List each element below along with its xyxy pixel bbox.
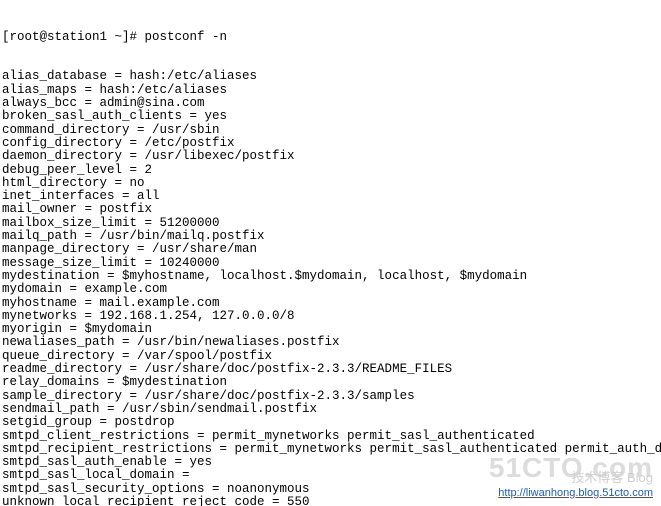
- config-line: sendmail_path = /usr/sbin/sendmail.postf…: [2, 403, 659, 416]
- terminal-output: [root@station1 ~]# postconf -n alias_dat…: [0, 0, 661, 506]
- config-line: myhostname = mail.example.com: [2, 297, 659, 310]
- config-line: mynetworks = 192.168.1.254, 127.0.0.0/8: [2, 310, 659, 323]
- config-line: always_bcc = admin@sina.com: [2, 97, 659, 110]
- config-line: mail_owner = postfix: [2, 203, 659, 216]
- config-line: alias_maps = hash:/etc/aliases: [2, 84, 659, 97]
- config-line: smtpd_client_restrictions = permit_mynet…: [2, 430, 659, 443]
- config-line: mydestination = $myhostname, localhost.$…: [2, 270, 659, 283]
- config-line: readme_directory = /usr/share/doc/postfi…: [2, 363, 659, 376]
- config-line: daemon_directory = /usr/libexec/postfix: [2, 150, 659, 163]
- config-line: newaliases_path = /usr/bin/newaliases.po…: [2, 336, 659, 349]
- config-line: mailbox_size_limit = 51200000: [2, 217, 659, 230]
- config-line: queue_directory = /var/spool/postfix: [2, 350, 659, 363]
- config-line: myorigin = $mydomain: [2, 323, 659, 336]
- config-line: debug_peer_level = 2: [2, 164, 659, 177]
- config-line: smtpd_recipient_restrictions = permit_my…: [2, 443, 659, 456]
- config-line: setgid_group = postdrop: [2, 416, 659, 429]
- config-line: broken_sasl_auth_clients = yes: [2, 110, 659, 123]
- config-line: mydomain = example.com: [2, 283, 659, 296]
- config-line: mailq_path = /usr/bin/mailq.postfix: [2, 230, 659, 243]
- config-line: html_directory = no: [2, 177, 659, 190]
- config-line: smtpd_sasl_auth_enable = yes: [2, 456, 659, 469]
- config-line: alias_database = hash:/etc/aliases: [2, 70, 659, 83]
- prompt-line-top: [root@station1 ~]# postconf -n: [2, 31, 659, 44]
- config-line: message_size_limit = 10240000: [2, 257, 659, 270]
- postconf-output: alias_database = hash:/etc/aliasesalias_…: [2, 70, 659, 506]
- config-line: manpage_directory = /usr/share/man: [2, 243, 659, 256]
- config-line: inet_interfaces = all: [2, 190, 659, 203]
- attribution-link[interactable]: http://liwanhong.blog.51cto.com: [498, 487, 653, 500]
- config-line: command_directory = /usr/sbin: [2, 124, 659, 137]
- config-line: smtpd_sasl_local_domain =: [2, 469, 659, 482]
- config-line: sample_directory = /usr/share/doc/postfi…: [2, 390, 659, 403]
- config-line: relay_domains = $mydestination: [2, 376, 659, 389]
- config-line: config_directory = /etc/postfix: [2, 137, 659, 150]
